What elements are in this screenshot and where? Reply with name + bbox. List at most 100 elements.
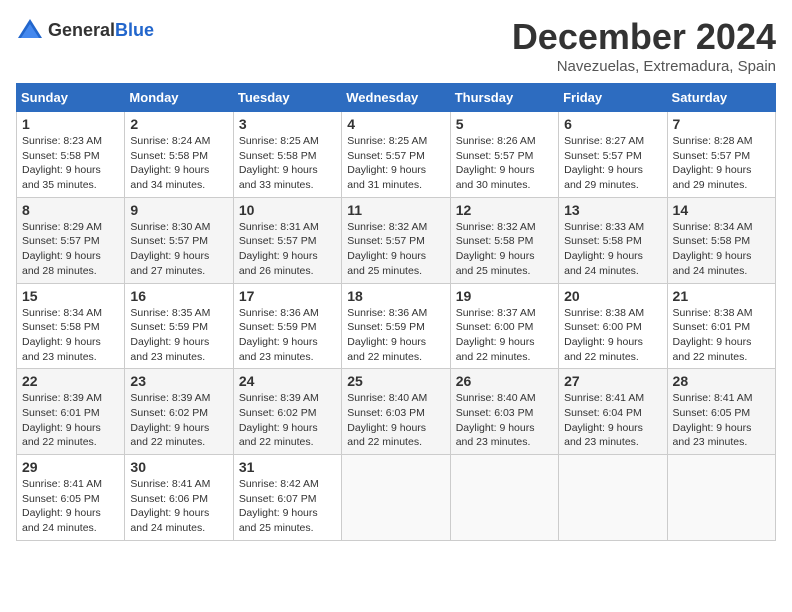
day-info-line: Sunset: 6:02 PM: [239, 406, 336, 421]
calendar-cell: 27Sunrise: 8:41 AMSunset: 6:04 PMDayligh…: [559, 369, 667, 455]
calendar-cell: 14Sunrise: 8:34 AMSunset: 5:58 PMDayligh…: [667, 197, 775, 283]
day-number: 1: [22, 116, 119, 132]
calendar-cell: 15Sunrise: 8:34 AMSunset: 5:58 PMDayligh…: [17, 283, 125, 369]
day-info-line: Daylight: 9 hours and 24 minutes.: [564, 249, 661, 278]
day-info-line: Daylight: 9 hours and 22 minutes.: [130, 421, 227, 450]
logo-blue: Blue: [115, 20, 154, 40]
day-info-line: Daylight: 9 hours and 22 minutes.: [564, 335, 661, 364]
day-info-line: Sunset: 5:58 PM: [130, 149, 227, 164]
day-number: 2: [130, 116, 227, 132]
day-info-line: Daylight: 9 hours and 30 minutes.: [456, 163, 553, 192]
day-info-line: Sunset: 6:05 PM: [22, 492, 119, 507]
calendar-table: SundayMondayTuesdayWednesdayThursdayFrid…: [16, 83, 776, 541]
day-info-line: Sunrise: 8:36 AM: [347, 306, 444, 321]
day-header-monday: Monday: [125, 84, 233, 112]
day-info-line: Daylight: 9 hours and 25 minutes.: [239, 506, 336, 535]
day-info-line: Sunset: 5:58 PM: [456, 234, 553, 249]
day-info-line: Sunset: 5:57 PM: [673, 149, 770, 164]
calendar-cell: 19Sunrise: 8:37 AMSunset: 6:00 PMDayligh…: [450, 283, 558, 369]
day-info-line: Sunrise: 8:35 AM: [130, 306, 227, 321]
day-info-line: Daylight: 9 hours and 29 minutes.: [564, 163, 661, 192]
day-info-line: Sunset: 5:59 PM: [130, 320, 227, 335]
day-number: 13: [564, 202, 661, 218]
day-info-line: Daylight: 9 hours and 29 minutes.: [673, 163, 770, 192]
day-info-line: Sunrise: 8:37 AM: [456, 306, 553, 321]
day-info-line: Sunrise: 8:26 AM: [456, 134, 553, 149]
calendar-cell: 2Sunrise: 8:24 AMSunset: 5:58 PMDaylight…: [125, 112, 233, 198]
day-number: 21: [673, 288, 770, 304]
logo: GeneralBlue: [16, 16, 154, 44]
calendar-cell: 20Sunrise: 8:38 AMSunset: 6:00 PMDayligh…: [559, 283, 667, 369]
day-number: 27: [564, 373, 661, 389]
day-info-line: Sunrise: 8:32 AM: [347, 220, 444, 235]
day-info-line: Sunrise: 8:31 AM: [239, 220, 336, 235]
calendar-week-row: 8Sunrise: 8:29 AMSunset: 5:57 PMDaylight…: [17, 197, 776, 283]
day-number: 18: [347, 288, 444, 304]
calendar-cell: [667, 455, 775, 541]
day-info-line: Sunrise: 8:41 AM: [673, 391, 770, 406]
calendar-cell: 29Sunrise: 8:41 AMSunset: 6:05 PMDayligh…: [17, 455, 125, 541]
day-info-line: Daylight: 9 hours and 23 minutes.: [673, 421, 770, 450]
day-header-sunday: Sunday: [17, 84, 125, 112]
day-header-thursday: Thursday: [450, 84, 558, 112]
day-info-line: Sunrise: 8:36 AM: [239, 306, 336, 321]
calendar-cell: 6Sunrise: 8:27 AMSunset: 5:57 PMDaylight…: [559, 112, 667, 198]
day-info-line: Sunset: 5:57 PM: [347, 234, 444, 249]
day-info-line: Daylight: 9 hours and 22 minutes.: [239, 421, 336, 450]
day-info-line: Sunset: 5:58 PM: [673, 234, 770, 249]
day-number: 3: [239, 116, 336, 132]
day-info-line: Sunset: 5:57 PM: [347, 149, 444, 164]
day-info-line: Sunrise: 8:32 AM: [456, 220, 553, 235]
day-info-line: Daylight: 9 hours and 23 minutes.: [456, 421, 553, 450]
day-header-wednesday: Wednesday: [342, 84, 450, 112]
calendar-cell: [450, 455, 558, 541]
calendar-body: 1 Sunrise: 8:23 AM Sunset: 5:58 PM Daylight…: [17, 112, 776, 541]
day-number: 9: [130, 202, 227, 218]
calendar-cell: 4Sunrise: 8:25 AMSunset: 5:57 PMDaylight…: [342, 112, 450, 198]
day-info-line: Daylight: 9 hours and 22 minutes.: [673, 335, 770, 364]
day-number: 11: [347, 202, 444, 218]
calendar-cell: [559, 455, 667, 541]
day-info-line: Daylight: 9 hours and 22 minutes.: [347, 421, 444, 450]
calendar-cell: 16Sunrise: 8:35 AMSunset: 5:59 PMDayligh…: [125, 283, 233, 369]
calendar-cell: 26Sunrise: 8:40 AMSunset: 6:03 PMDayligh…: [450, 369, 558, 455]
day-number: 20: [564, 288, 661, 304]
day-number: 16: [130, 288, 227, 304]
day-info-line: Daylight: 9 hours and 24 minutes.: [22, 506, 119, 535]
calendar-week-row: 29Sunrise: 8:41 AMSunset: 6:05 PMDayligh…: [17, 455, 776, 541]
day-info-line: Sunset: 6:01 PM: [673, 320, 770, 335]
day-info-line: Sunrise: 8:23 AM: [22, 134, 119, 149]
day-info-line: Sunrise: 8:29 AM: [22, 220, 119, 235]
calendar-cell: 30Sunrise: 8:41 AMSunset: 6:06 PMDayligh…: [125, 455, 233, 541]
day-info-line: Sunrise: 8:33 AM: [564, 220, 661, 235]
calendar-cell: 18Sunrise: 8:36 AMSunset: 5:59 PMDayligh…: [342, 283, 450, 369]
day-info-line: Sunrise: 8:24 AM: [130, 134, 227, 149]
day-info-line: Sunset: 6:07 PM: [239, 492, 336, 507]
day-info-line: Sunrise: 8:39 AM: [239, 391, 336, 406]
day-info-line: Sunset: 5:57 PM: [22, 234, 119, 249]
day-header-tuesday: Tuesday: [233, 84, 341, 112]
day-info-line: Daylight: 9 hours and 35 minutes.: [22, 163, 119, 192]
calendar-week-row: 22Sunrise: 8:39 AMSunset: 6:01 PMDayligh…: [17, 369, 776, 455]
day-info-line: Daylight: 9 hours and 26 minutes.: [239, 249, 336, 278]
day-info-line: Sunset: 5:57 PM: [564, 149, 661, 164]
day-info-line: Sunrise: 8:34 AM: [22, 306, 119, 321]
day-number: 10: [239, 202, 336, 218]
day-info-line: Sunrise: 8:30 AM: [130, 220, 227, 235]
day-number: 5: [456, 116, 553, 132]
day-info-line: Sunrise: 8:27 AM: [564, 134, 661, 149]
day-info-line: Sunrise: 8:39 AM: [130, 391, 227, 406]
day-info-line: Sunrise: 8:34 AM: [673, 220, 770, 235]
day-info-line: Sunset: 6:02 PM: [130, 406, 227, 421]
calendar-header-row: SundayMondayTuesdayWednesdayThursdayFrid…: [17, 84, 776, 112]
calendar-week-row: 15Sunrise: 8:34 AMSunset: 5:58 PMDayligh…: [17, 283, 776, 369]
location-subtitle: Navezuelas, Extremadura, Spain: [512, 58, 776, 75]
day-info-line: Sunset: 6:03 PM: [347, 406, 444, 421]
day-header-saturday: Saturday: [667, 84, 775, 112]
day-info-line: Sunrise: 8:41 AM: [22, 477, 119, 492]
day-info-line: Sunrise: 8:41 AM: [130, 477, 227, 492]
day-info-line: Sunrise: 8:40 AM: [347, 391, 444, 406]
day-info-line: Sunrise: 8:28 AM: [673, 134, 770, 149]
header: GeneralBlue December 2024 Navezuelas, Ex…: [16, 16, 776, 75]
logo-general: General: [48, 20, 115, 40]
